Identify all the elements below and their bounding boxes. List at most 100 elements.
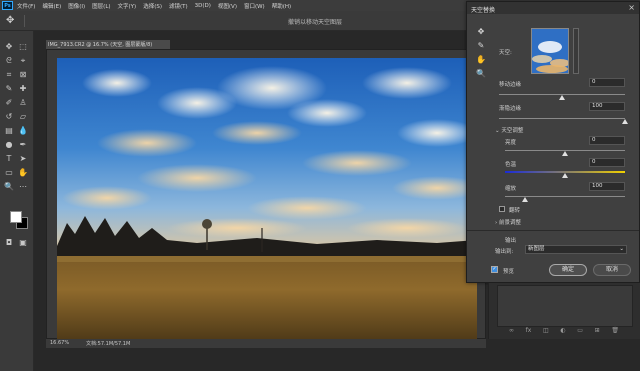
frame-tool-icon[interactable]: ⊠ xyxy=(17,69,29,81)
close-icon[interactable]: × xyxy=(628,3,635,12)
shift-edge-label: 移动边缘 xyxy=(499,82,522,88)
layers-panel: ∞ fx ◫ ◐ ▭ ⊞ 🗑 xyxy=(488,283,640,339)
sky-preset-dropdown[interactable] xyxy=(573,28,579,74)
sky-replacement-dialog: 天空替换 × ✥ ✎ ✋ 🔍 天空: 移动边缘 0 渐隐边缘 100 ⌄ 天空调… xyxy=(466,1,640,283)
move-tool-icon[interactable]: ✥ xyxy=(6,15,18,27)
new-layer-icon[interactable]: ⊞ xyxy=(595,327,600,337)
history-brush-icon[interactable]: ↺ xyxy=(3,111,15,123)
brightness-slider[interactable] xyxy=(505,148,625,156)
divider xyxy=(24,15,25,27)
lasso-tool-icon[interactable]: ᘓ xyxy=(3,55,15,67)
brightness-value[interactable]: 0 xyxy=(589,136,625,145)
temperature-thumb[interactable] xyxy=(562,173,568,178)
screen-mode-icon[interactable]: ▣ xyxy=(17,237,29,249)
fade-edge-slider[interactable] xyxy=(499,116,628,124)
fade-edge-thumb[interactable] xyxy=(622,119,628,124)
document-image[interactable] xyxy=(57,58,477,340)
document-tab[interactable]: IMG_7913.CR2 @ 16.7% (天空, 图层蒙版/8) xyxy=(46,40,170,49)
ok-button[interactable]: 确定 xyxy=(549,264,587,276)
layers-list xyxy=(497,285,633,327)
preview-checkbox[interactable]: ✓ xyxy=(491,266,498,273)
menu-help[interactable]: 帮助(H) xyxy=(272,2,291,10)
gradient-tool-icon[interactable]: ▤ xyxy=(3,125,15,137)
hand-icon[interactable]: ✋ xyxy=(475,54,487,66)
pen-tool-icon[interactable]: ✒ xyxy=(17,139,29,151)
menu-type[interactable]: 文字(Y) xyxy=(118,2,137,10)
menu-view[interactable]: 视图(V) xyxy=(218,2,237,10)
sky-adjust-toggle[interactable]: ⌄ 天空调整 xyxy=(495,126,523,134)
foreground-adjust-toggle[interactable]: › 前景调整 xyxy=(495,218,521,226)
menu-filter[interactable]: 滤镜(T) xyxy=(169,2,188,10)
menu-image[interactable]: 图像(I) xyxy=(68,2,85,10)
menu-layer[interactable]: 图层(L) xyxy=(92,2,110,10)
move-icon[interactable]: ✥ xyxy=(475,26,487,38)
brightness-label: 亮度 xyxy=(505,140,517,146)
menu-select[interactable]: 选择(S) xyxy=(143,2,162,10)
scale-slider[interactable] xyxy=(505,194,625,202)
foreground-adjust-label: 前景调整 xyxy=(498,220,521,226)
zoom-level[interactable]: 16.67% xyxy=(50,340,69,346)
quick-mask-icon[interactable]: ◘ xyxy=(3,237,15,249)
blur-tool-icon[interactable]: 💧 xyxy=(17,125,29,137)
scale-thumb[interactable] xyxy=(522,197,529,202)
type-tool-icon[interactable]: T xyxy=(3,153,15,165)
dialog-title: 天空替换 xyxy=(471,7,496,14)
zoom-icon[interactable]: 🔍 xyxy=(475,68,487,80)
menu-edit[interactable]: 编辑(E) xyxy=(42,2,61,10)
link-icon[interactable]: ∞ xyxy=(509,327,514,337)
flip-checkbox[interactable] xyxy=(499,206,505,212)
sky-preset-thumbnail[interactable] xyxy=(531,28,569,74)
adjustment-icon[interactable]: ◐ xyxy=(560,327,565,337)
fx-icon[interactable]: fx xyxy=(526,327,532,337)
zoom-tool-icon[interactable]: 🔍 xyxy=(3,181,15,193)
dodge-tool-icon[interactable]: ● xyxy=(3,139,15,151)
scale-value[interactable]: 100 xyxy=(589,182,625,191)
more-tools-icon[interactable]: ⋯ xyxy=(17,181,29,193)
divider xyxy=(467,230,639,231)
foreground-color-swatch[interactable] xyxy=(10,211,22,223)
menu-file[interactable]: 文件(F) xyxy=(17,2,35,10)
temperature-value[interactable]: 0 xyxy=(589,158,625,167)
mask-icon[interactable]: ◫ xyxy=(543,327,549,337)
output-to-select[interactable]: 新图层 ⌄ xyxy=(525,245,627,254)
document-status-bar: 16.67% 文档:57.1M/57.1M xyxy=(46,339,486,348)
shift-edge-thumb[interactable] xyxy=(559,95,565,100)
group-icon[interactable]: ▭ xyxy=(577,327,583,337)
chevron-down-icon: ⌄ xyxy=(619,246,624,252)
eyedropper-icon[interactable]: ✎ xyxy=(3,83,15,95)
layers-footer: ∞ fx ◫ ◐ ▭ ⊞ 🗑 xyxy=(509,327,619,337)
sky-label: 天空: xyxy=(499,50,512,56)
trash-icon[interactable]: 🗑 xyxy=(611,327,619,337)
menu-3d[interactable]: 3D(D) xyxy=(195,3,211,9)
brush-tool-icon[interactable]: ✐ xyxy=(3,97,15,109)
path-select-icon[interactable]: ➤ xyxy=(17,153,29,165)
healing-brush-icon[interactable]: ✚ xyxy=(17,83,29,95)
temperature-slider[interactable] xyxy=(505,170,625,178)
dialog-titlebar: 天空替换 xyxy=(467,2,639,14)
cancel-button[interactable]: 取消 xyxy=(593,264,631,276)
sky-brush-icon[interactable]: ✎ xyxy=(475,40,487,52)
output-to-label: 输出到: xyxy=(495,249,514,255)
hand-tool-icon[interactable]: ✋ xyxy=(17,167,29,179)
quick-select-icon[interactable]: ⌖ xyxy=(17,55,29,67)
photoshop-logo: Ps xyxy=(2,1,13,10)
output-to-value: 新图层 xyxy=(528,246,545,252)
marquee-tool-icon[interactable]: ⬚ xyxy=(17,41,29,53)
crop-tool-icon[interactable]: ⌗ xyxy=(3,69,15,81)
tools-panel: ✥ ⬚ ᘓ ⌖ ⌗ ⊠ ✎ ✚ ✐ ♙ ↺ ▱ ▤ 💧 ● ✒ T ➤ ▭ ✋ … xyxy=(0,31,34,371)
brightness-thumb[interactable] xyxy=(562,151,568,156)
options-title: 撤销以移动天空图层 xyxy=(288,19,343,26)
move-tool-icon[interactable]: ✥ xyxy=(3,41,15,53)
menu-window[interactable]: 窗口(W) xyxy=(244,2,265,10)
fade-edge-label: 渐隐边缘 xyxy=(499,106,522,112)
shape-tool-icon[interactable]: ▭ xyxy=(3,167,15,179)
stamp-tool-icon[interactable]: ♙ xyxy=(17,97,29,109)
fade-edge-track xyxy=(499,118,625,119)
landscape-photo xyxy=(57,58,477,340)
shift-edge-value[interactable]: 0 xyxy=(589,78,625,87)
output-label: 输出 xyxy=(505,238,517,244)
fade-edge-value[interactable]: 100 xyxy=(589,102,625,111)
eraser-tool-icon[interactable]: ▱ xyxy=(17,111,29,123)
shift-edge-slider[interactable] xyxy=(499,92,625,100)
document-tab-label: IMG_7913.CR2 @ 16.7% (天空, 图层蒙版/8) xyxy=(48,42,153,48)
